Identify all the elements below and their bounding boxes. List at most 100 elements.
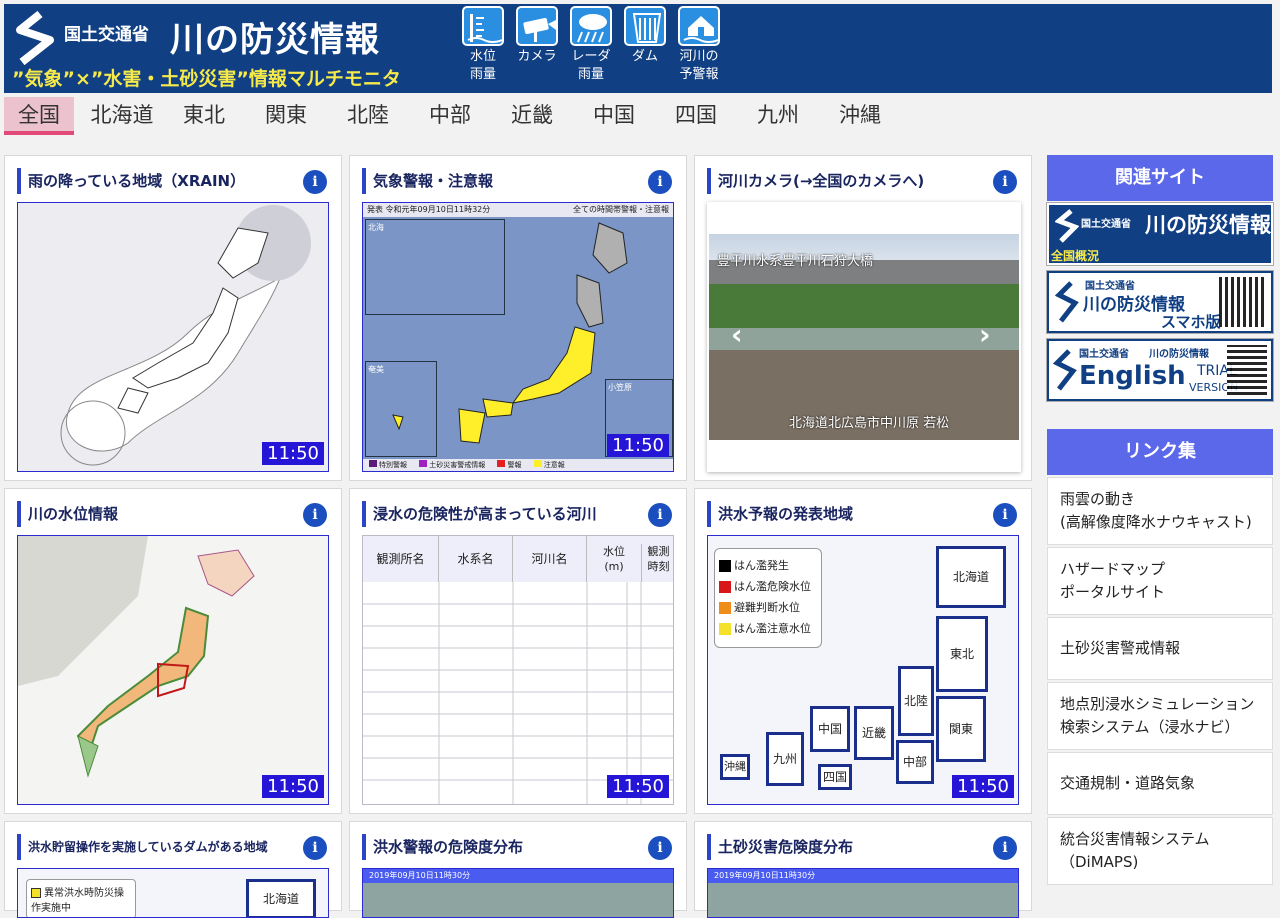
tab-okinawa[interactable]: 沖縄 — [830, 97, 890, 135]
panel-title[interactable]: 浸水の危険性が高まっている河川 — [362, 501, 597, 527]
info-icon[interactable]: i — [993, 836, 1017, 860]
banner-smartphone[interactable]: 国土交通省 川の防災情報 スマホ版 — [1046, 270, 1274, 334]
region-chugoku[interactable]: 中国 — [810, 706, 850, 752]
link-sublabel: （DiMAPS) — [1060, 853, 1139, 871]
nav-water-level-rain[interactable]: 水位 雨量 — [456, 6, 510, 84]
info-icon[interactable]: i — [303, 836, 327, 860]
info-icon[interactable]: i — [648, 503, 672, 527]
river-forecast-icon — [678, 6, 720, 46]
region-shikoku[interactable]: 四国 — [818, 764, 852, 790]
dam-legend: 異常洪水時防災操作実施中 — [26, 879, 136, 917]
region-tohoku[interactable]: 東北 — [936, 616, 988, 692]
camera-caption-top: 豊平川水系豊平川石狩大橋 — [717, 254, 874, 269]
banner-river-info-overview[interactable]: 国土交通省 川の防災情報 全国概況 — [1046, 202, 1274, 266]
panel-title[interactable]: 洪水貯留操作を実施しているダムがある地域 — [17, 834, 268, 860]
link-sublabel: (高解像度降水ナウキャスト) — [1060, 513, 1252, 531]
panel-title[interactable]: 洪水警報の危険度分布 — [362, 834, 523, 860]
dam-map[interactable]: 異常洪水時防災操作実施中 北海道 — [17, 868, 329, 918]
nav-radar[interactable]: レーダ 雨量 — [564, 6, 618, 84]
qr-code-icon — [1227, 345, 1267, 395]
japan-warning-shapes — [392, 222, 628, 444]
link-road-weather[interactable]: 交通規制・道路気象 — [1047, 752, 1273, 815]
panel-title[interactable]: 土砂災害危険度分布 — [707, 834, 853, 860]
river-table: 観測所名 水系名 河川名 水位 (m) 観測 時刻 11:50 — [362, 535, 674, 805]
flood-risk-map[interactable]: 2019年09月10日11時30分 — [362, 868, 674, 918]
banner-english[interactable]: 国土交通省 川の防災情報 English TRIAL VERSION — [1046, 338, 1274, 402]
japan-map-radar-coverage — [60, 205, 311, 466]
panel-landslide-risk: 土砂災害危険度分布 i 2019年09月10日11時30分 — [694, 821, 1032, 918]
nav-label-line1: 河川の — [679, 49, 719, 64]
tab-zenkoku[interactable]: 全国 — [4, 97, 74, 135]
legend-item: 異常洪水時防災操作実施中 — [31, 888, 124, 914]
water-level-rain-icon — [462, 6, 504, 46]
chevron-right-icon[interactable]: › — [979, 318, 991, 351]
link-label: 雨雲の動き — [1060, 490, 1136, 508]
time-badge: 11:50 — [607, 775, 669, 798]
region-hokkaido[interactable]: 北海道 — [246, 879, 316, 917]
link-dimaps[interactable]: 統合災害情報システム （DiMAPS) — [1047, 817, 1273, 885]
region-hokkaido[interactable]: 北海道 — [936, 546, 1006, 608]
region-hokuriku[interactable]: 北陸 — [898, 666, 934, 736]
time-badge: 11:50 — [952, 775, 1014, 798]
panel-title[interactable]: 河川カメラ(→全国のカメラへ) — [707, 168, 924, 194]
tab-kyushu[interactable]: 九州 — [748, 97, 808, 135]
info-icon[interactable]: i — [303, 170, 327, 194]
link-label: 交通規制・道路気象 — [1060, 774, 1196, 792]
nav-label-line2: 雨量 — [577, 67, 604, 82]
tab-kanto[interactable]: 関東 — [256, 97, 316, 135]
info-icon[interactable]: i — [648, 170, 672, 194]
nav-river-forecast[interactable]: 河川の 予警報 — [672, 6, 726, 84]
region-kyushu[interactable]: 九州 — [766, 732, 804, 786]
nav-label-line1: カメラ — [517, 49, 557, 64]
nav-dam[interactable]: ダム — [618, 6, 672, 66]
region-okinawa[interactable]: 沖縄 — [720, 754, 750, 780]
logo-icon[interactable] — [10, 10, 62, 66]
panel-title[interactable]: 洪水予報の発表地域 — [707, 501, 853, 527]
legend-item: 土砂災害警戒情報 — [429, 461, 486, 469]
tab-shikoku[interactable]: 四国 — [666, 97, 726, 135]
link-flood-navi[interactable]: 地点別浸水シミュレーション 検索システム（浸水ナビ） — [1047, 682, 1273, 750]
ministry-name: 国土交通省 — [64, 25, 149, 45]
legend-item: 警報 — [507, 461, 522, 469]
panel-title[interactable]: 雨の降っている地域（XRAIN） — [17, 168, 245, 194]
link-label: 地点別浸水シミュレーション — [1060, 695, 1255, 713]
info-icon[interactable]: i — [993, 170, 1017, 194]
warning-map[interactable]: 発表 令和元年09月10日11時32分 全ての時間帯警報・注意報 北海 奄美 小笠… — [362, 202, 674, 472]
camera-image[interactable]: 豊平川水系豊平川石狩大橋 北海道北広島市中川原 若松 ‹ › — [709, 234, 1019, 440]
panel-title[interactable]: 気象警報・注意報 — [362, 168, 493, 194]
info-icon[interactable]: i — [648, 836, 672, 860]
nav-camera[interactable]: カメラ — [510, 6, 564, 66]
link-rain-cloud[interactable]: 雨雲の動き (高解像度降水ナウキャスト) — [1047, 477, 1273, 545]
water-level-map[interactable]: 11:50 — [17, 535, 329, 805]
col-station: 観測所名 — [363, 536, 439, 582]
tab-chugoku[interactable]: 中国 — [584, 97, 644, 135]
link-hazard-map[interactable]: ハザードマップ ポータルサイト — [1047, 547, 1273, 615]
site-title[interactable]: 川の防災情報 — [170, 12, 380, 61]
nav-label-line2: 予警報 — [679, 67, 719, 82]
tab-kinki[interactable]: 近畿 — [502, 97, 562, 135]
tab-tohoku[interactable]: 東北 — [174, 97, 234, 135]
legend-item: はん濫発生 — [734, 559, 789, 572]
region-kinki[interactable]: 近畿 — [854, 706, 894, 760]
info-icon[interactable]: i — [993, 503, 1017, 527]
link-landslide-warning[interactable]: 土砂災害警戒情報 — [1047, 617, 1273, 680]
map-timestamp: 2019年09月10日11時30分 — [363, 869, 673, 883]
tab-hokkaido[interactable]: 北海道 — [84, 97, 160, 135]
site-subtitle: ”気象”×”水害・土砂災害”情報マルチモニタ — [12, 68, 401, 90]
nav-label-line1: レーダ — [571, 49, 611, 64]
flood-forecast-map[interactable]: はん濫発生 はん濫危険水位 避難判断水位 はん濫注意水位 北海道 東北 北陸 関… — [707, 535, 1019, 805]
tab-hokuriku[interactable]: 北陸 — [338, 97, 398, 135]
panel-title[interactable]: 川の水位情報 — [17, 501, 118, 527]
camera-caption-bottom: 北海道北広島市中川原 若松 — [789, 416, 950, 431]
region-kanto[interactable]: 関東 — [936, 696, 986, 762]
chevron-left-icon[interactable]: ‹ — [731, 318, 743, 351]
landslide-risk-map[interactable]: 2019年09月10日11時30分 — [707, 868, 1019, 918]
info-icon[interactable]: i — [303, 503, 327, 527]
xrain-map[interactable]: 11:50 — [17, 202, 329, 472]
site-header: 国土交通省 川の防災情報 ”気象”×”水害・土砂災害”情報マルチモニタ 水位 雨… — [4, 4, 1272, 93]
region-chubu[interactable]: 中部 — [896, 740, 934, 784]
tab-chubu[interactable]: 中部 — [420, 97, 480, 135]
links-heading: リンク集 — [1047, 429, 1273, 475]
link-label: 土砂災害警戒情報 — [1060, 639, 1181, 657]
col-time: 観測 時刻 — [641, 544, 673, 582]
